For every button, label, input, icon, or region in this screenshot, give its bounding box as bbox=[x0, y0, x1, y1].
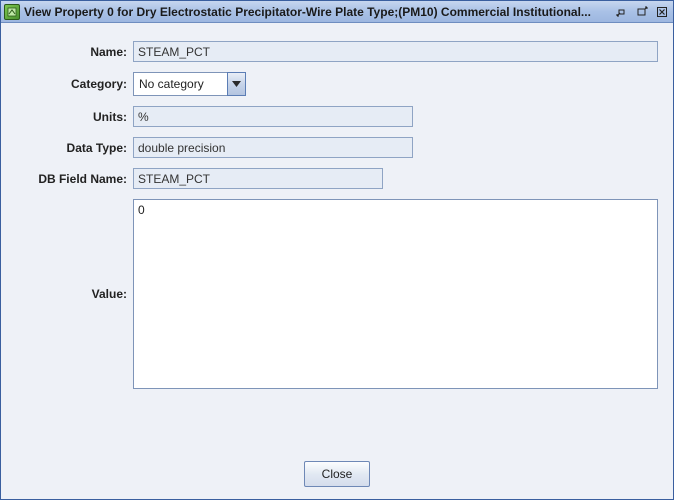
db-field-name-label: DB Field Name: bbox=[21, 172, 129, 186]
app-icon bbox=[4, 4, 20, 20]
db-field-name-value: STEAM_PCT bbox=[138, 172, 210, 186]
property-form: Name: STEAM_PCT Category: No category Un… bbox=[21, 41, 653, 389]
category-label: Category: bbox=[21, 77, 129, 91]
close-window-button[interactable] bbox=[653, 4, 671, 20]
value-label: Value: bbox=[21, 287, 129, 301]
value-text: 0 bbox=[138, 203, 145, 217]
units-field: % bbox=[133, 106, 413, 127]
value-textarea[interactable]: 0 bbox=[133, 199, 658, 389]
data-type-label: Data Type: bbox=[21, 141, 129, 155]
name-value: STEAM_PCT bbox=[138, 45, 210, 59]
data-type-value: double precision bbox=[138, 141, 225, 155]
units-label: Units: bbox=[21, 110, 129, 124]
category-selected-text: No category bbox=[133, 72, 227, 96]
content-area: Name: STEAM_PCT Category: No category Un… bbox=[1, 23, 673, 449]
close-button[interactable]: Close bbox=[304, 461, 370, 487]
name-field: STEAM_PCT bbox=[133, 41, 658, 62]
close-button-label: Close bbox=[322, 467, 353, 481]
property-window: View Property 0 for Dry Electrostatic Pr… bbox=[0, 0, 674, 500]
category-select[interactable]: No category bbox=[133, 72, 246, 96]
footer: Close bbox=[1, 449, 673, 499]
chevron-down-icon[interactable] bbox=[227, 72, 246, 96]
minimize-button[interactable] bbox=[613, 4, 631, 20]
data-type-field: double precision bbox=[133, 137, 413, 158]
maximize-button[interactable] bbox=[633, 4, 651, 20]
units-value: % bbox=[138, 110, 149, 124]
window-title: View Property 0 for Dry Electrostatic Pr… bbox=[24, 5, 609, 19]
titlebar: View Property 0 for Dry Electrostatic Pr… bbox=[1, 1, 673, 23]
name-label: Name: bbox=[21, 45, 129, 59]
db-field-name-field: STEAM_PCT bbox=[133, 168, 383, 189]
window-controls bbox=[613, 4, 671, 20]
